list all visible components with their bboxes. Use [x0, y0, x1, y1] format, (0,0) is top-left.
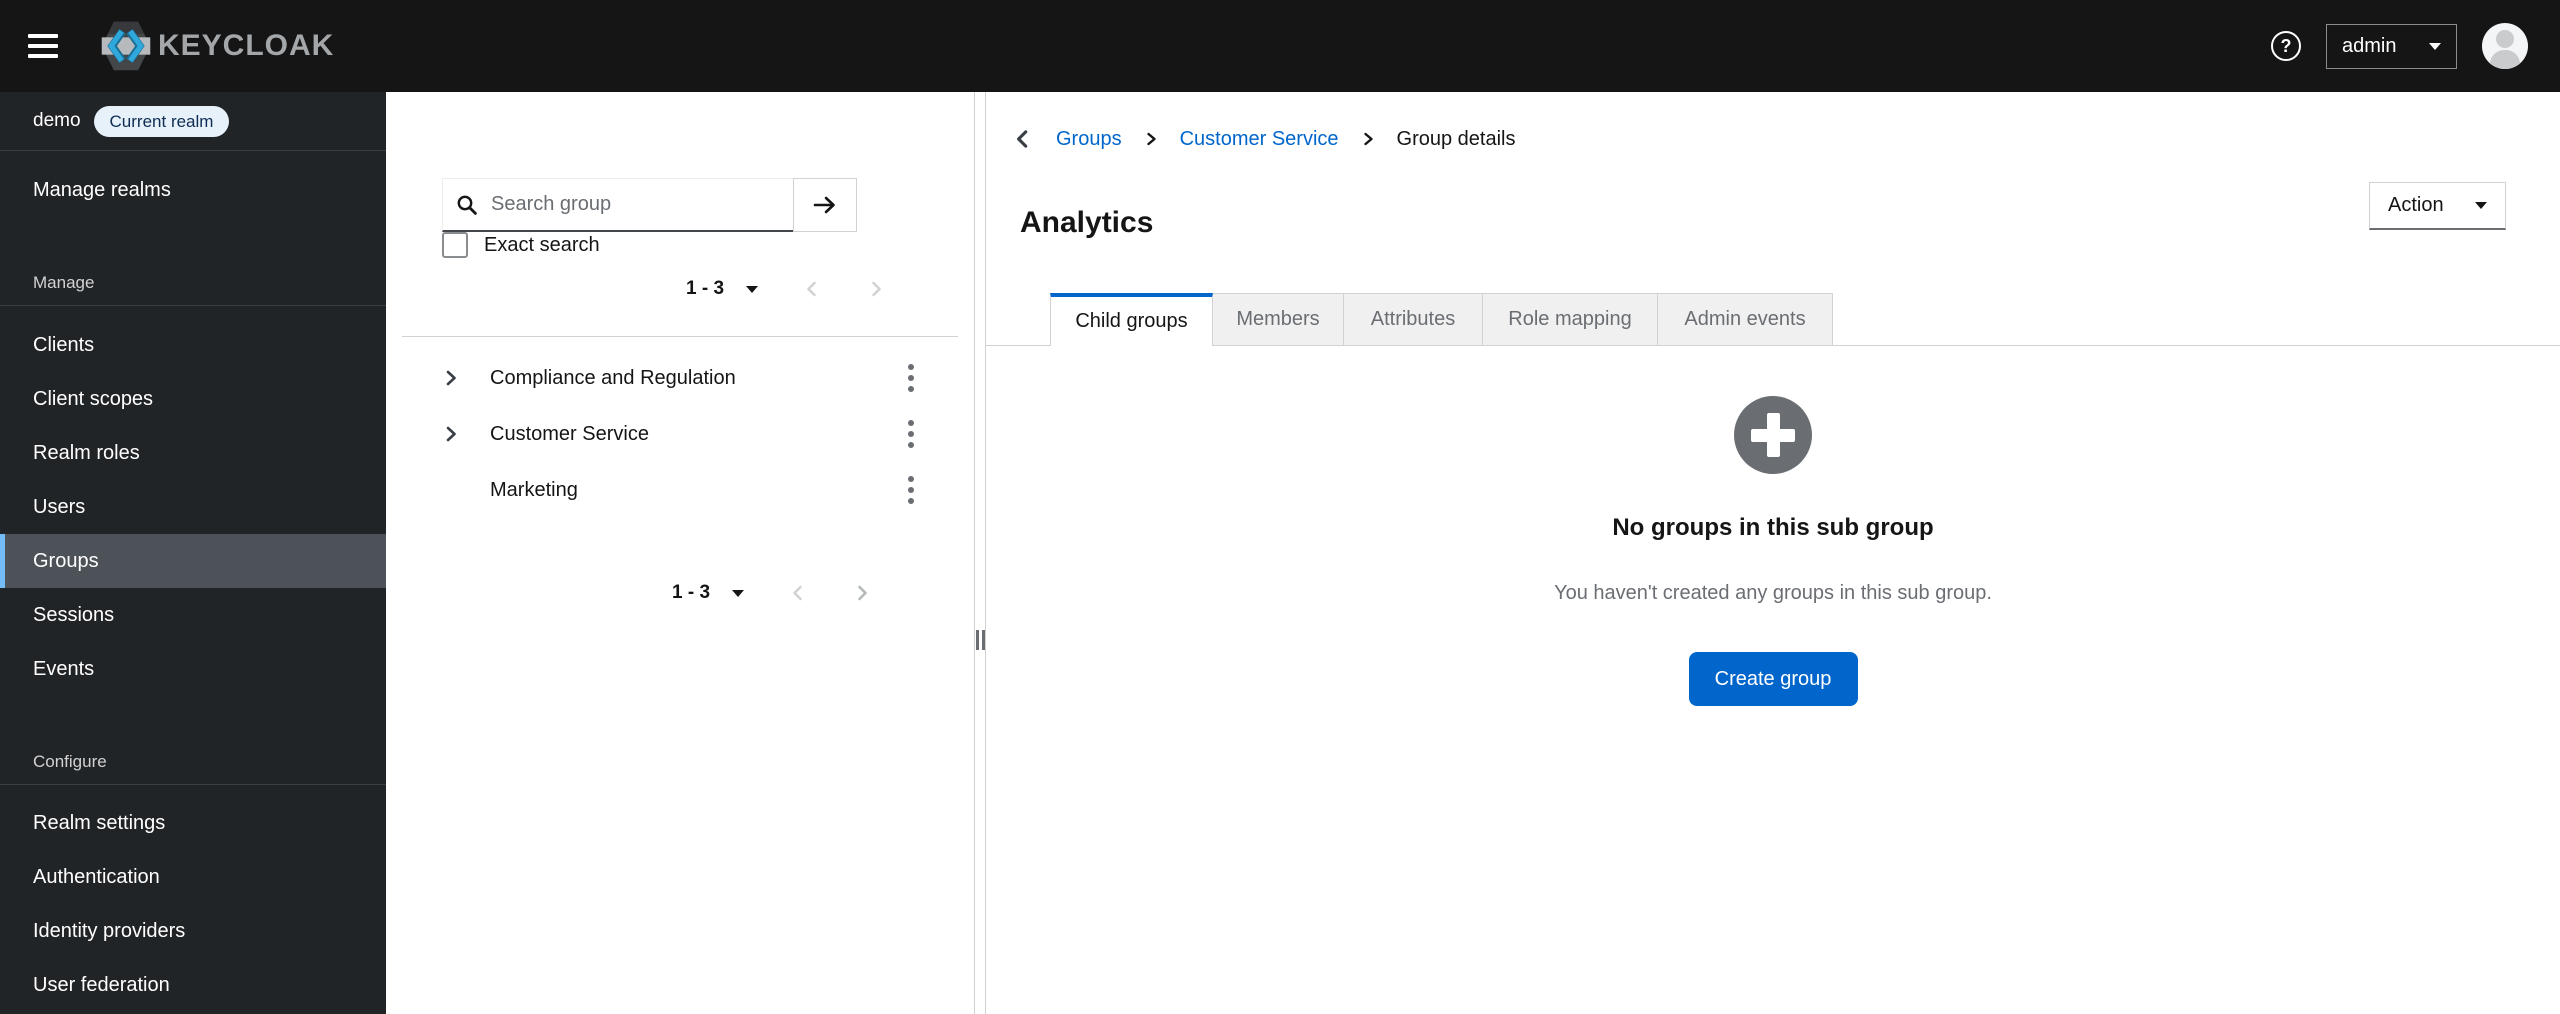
masthead: KEYCLOAK ? admin [0, 0, 2560, 92]
current-realm-badge: Current realm [93, 105, 230, 137]
sidebar-item-groups[interactable]: Groups [0, 534, 386, 588]
pagination-range: 1 - 3 [672, 582, 711, 603]
sidebar-item-realm-settings[interactable]: Realm settings [0, 796, 386, 850]
group-row-compliance-and-regulation: Compliance and Regulation [386, 350, 974, 406]
tabs-spacer [986, 293, 1050, 346]
sidebar-item-client-scopes[interactable]: Client scopes [0, 372, 386, 426]
group-search [442, 178, 857, 232]
masthead-toolbar: ? admin [2271, 0, 2528, 92]
kebab-menu-icon[interactable] [896, 473, 926, 507]
sidebar-divider [0, 305, 386, 306]
empty-state-title: No groups in this sub group [1612, 514, 1934, 541]
sidebar-divider [0, 784, 386, 785]
empty-state: No groups in this sub group You haven't … [986, 396, 2560, 706]
group-name-link[interactable]: Customer Service [490, 423, 649, 446]
chevron-right-icon[interactable] [442, 419, 472, 449]
sidebar-item-manage-realms[interactable]: Manage realms [0, 165, 386, 216]
search-group-input[interactable] [442, 178, 793, 232]
group-row-marketing: Marketing [386, 462, 974, 518]
sidebar-divider [0, 150, 386, 151]
pagination-range: 1 - 3 [686, 278, 725, 299]
help-icon[interactable]: ? [2271, 31, 2301, 61]
tab-attributes[interactable]: Attributes [1344, 293, 1483, 346]
breadcrumb-separator-icon [1363, 132, 1373, 146]
pagination-options-icon[interactable] [732, 589, 745, 597]
kebab-menu-icon[interactable] [896, 417, 926, 451]
exact-search-control: Exact search [442, 231, 600, 259]
arrow-right-icon [813, 196, 835, 214]
user-avatar-icon[interactable] [2482, 23, 2528, 69]
kebab-menu-icon[interactable] [896, 361, 926, 395]
sidebar-item-clients[interactable]: Clients [0, 318, 386, 372]
pagination-top: 1 - 3 [686, 268, 886, 310]
keycloak-admin-console: KEYCLOAK ? admin demo Current realm Mana… [0, 0, 2560, 1014]
sidebar-item-identity-providers[interactable]: Identity providers [0, 904, 386, 958]
breadcrumb-link-customer-service[interactable]: Customer Service [1180, 128, 1339, 151]
exact-search-checkbox[interactable] [442, 232, 468, 258]
sidebar-item-events[interactable]: Events [0, 642, 386, 696]
create-group-button[interactable]: Create group [1688, 652, 1858, 706]
page-title: Analytics [1020, 206, 1154, 239]
keycloak-logo-icon [101, 21, 151, 71]
sidebar-section-configure: Configure [33, 752, 107, 771]
sidebar-section-manage: Manage [33, 273, 95, 292]
sidebar: demo Current realm Manage realms Manage … [0, 92, 386, 1014]
sidebar-item-sessions[interactable]: Sessions [0, 588, 386, 642]
group-row-customer-service: Customer Service [386, 406, 974, 462]
chevron-down-icon [2429, 42, 2441, 50]
group-name-link[interactable]: Marketing [490, 479, 578, 502]
action-dropdown-label: Action [2388, 194, 2444, 216]
chevron-left-icon[interactable] [802, 279, 822, 299]
keycloak-logo[interactable]: KEYCLOAK [100, 19, 334, 73]
sidebar-item-authentication[interactable]: Authentication [0, 850, 386, 904]
chevron-right-icon[interactable] [442, 363, 472, 393]
tabs-filler [1833, 293, 2560, 346]
group-tree-panel: Exact search 1 - 3 Compliance and Regula… [386, 92, 974, 1014]
tab-child-groups[interactable]: Child groups [1050, 293, 1213, 346]
user-menu-label: admin [2342, 34, 2397, 57]
group-list: Compliance and Regulation Customer Servi… [386, 350, 974, 518]
exact-search-label: Exact search [484, 233, 600, 256]
chevron-left-icon[interactable] [788, 583, 808, 603]
breadcrumb-separator-icon [1146, 132, 1156, 146]
empty-state-description: You haven't created any groups in this s… [1554, 582, 1992, 604]
back-icon[interactable] [1012, 128, 1034, 150]
panel-resize-divider[interactable] [974, 92, 986, 1014]
plus-circle-icon [1734, 396, 1812, 474]
chevron-right-icon[interactable] [866, 279, 886, 299]
realm-selector[interactable]: demo Current realm [33, 104, 230, 138]
drag-handle-icon [976, 630, 985, 650]
sidebar-item-user-federation[interactable]: User federation [0, 958, 386, 1012]
realm-name: demo [33, 110, 81, 131]
group-name-link[interactable]: Compliance and Regulation [490, 367, 736, 390]
group-detail-tabs: Child groups Members Attributes Role map… [986, 293, 2560, 346]
search-icon [457, 195, 477, 215]
brand-wordmark: KEYCLOAK [158, 29, 335, 62]
tab-members[interactable]: Members [1213, 293, 1344, 346]
sidebar-item-realm-roles[interactable]: Realm roles [0, 426, 386, 480]
action-dropdown[interactable]: Action [2369, 182, 2506, 230]
sidebar-item-users[interactable]: Users [0, 480, 386, 534]
breadcrumb: Groups Customer Service Group details [1012, 124, 1516, 154]
list-divider [402, 336, 958, 337]
sidebar-nav-configure: Realm settings Authentication Identity p… [0, 796, 386, 1012]
search-submit-button[interactable] [793, 178, 857, 232]
hamburger-menu-icon[interactable] [28, 25, 70, 67]
pagination-bottom: 1 - 3 [672, 572, 872, 614]
pagination-options-icon[interactable] [746, 285, 759, 293]
chevron-right-icon[interactable] [852, 583, 872, 603]
tab-admin-events[interactable]: Admin events [1658, 293, 1833, 346]
tab-role-mapping[interactable]: Role mapping [1483, 293, 1658, 346]
sidebar-nav-manage: Clients Client scopes Realm roles Users … [0, 318, 386, 696]
breadcrumb-current: Group details [1396, 127, 1516, 150]
user-menu-dropdown[interactable]: admin [2326, 23, 2457, 69]
breadcrumb-link-groups[interactable]: Groups [1056, 128, 1122, 151]
chevron-down-icon [2475, 202, 2487, 209]
main-content: Groups Customer Service Group details An… [986, 92, 2560, 1014]
